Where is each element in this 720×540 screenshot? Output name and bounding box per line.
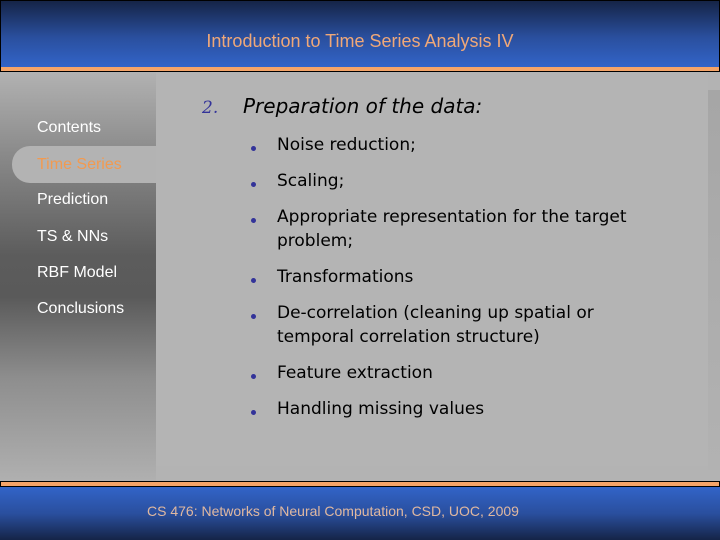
list-item: Scaling; — [277, 171, 345, 191]
bullet-icon — [251, 410, 256, 415]
sidebar-item-conclusions[interactable]: Conclusions — [37, 300, 124, 318]
sidebar-item-prediction[interactable]: Prediction — [37, 191, 108, 209]
list-item: Handling missing values — [277, 399, 485, 419]
bullet-icon — [251, 314, 256, 319]
list-item: Noise reduction; — [277, 135, 416, 155]
bullet-icon — [251, 278, 256, 283]
sidebar-item-rbf-model[interactable]: RBF Model — [37, 264, 117, 282]
sidebar-item-time-series[interactable]: Time Series — [12, 146, 156, 183]
list-item: Feature extraction — [277, 363, 433, 383]
slide-footer: CS 476: Networks of Neural Computation, … — [0, 487, 720, 540]
bullet-icon — [251, 146, 256, 151]
right-edge-panel — [708, 90, 720, 470]
list-item: Transformations — [277, 267, 414, 287]
list-item: De-correlation (cleaning up spatial or t… — [277, 303, 594, 347]
slide-header: Introduction to Time Series Analysis IV — [0, 0, 720, 68]
bullet-icon — [251, 374, 256, 379]
sidebar-item-ts-nns[interactable]: TS & NNs — [37, 228, 108, 246]
bullet-icon — [251, 218, 256, 223]
section-number: 2. — [202, 98, 219, 118]
slide-title: Introduction to Time Series Analysis IV — [206, 31, 514, 51]
footer-text: CS 476: Networks of Neural Computation, … — [147, 503, 519, 519]
section-heading: Preparation of the data: — [243, 94, 483, 118]
bullet-icon — [251, 182, 256, 187]
sidebar-item-contents[interactable]: Contents — [37, 119, 101, 137]
list-item: Appropriate representation for the targe… — [277, 207, 627, 251]
